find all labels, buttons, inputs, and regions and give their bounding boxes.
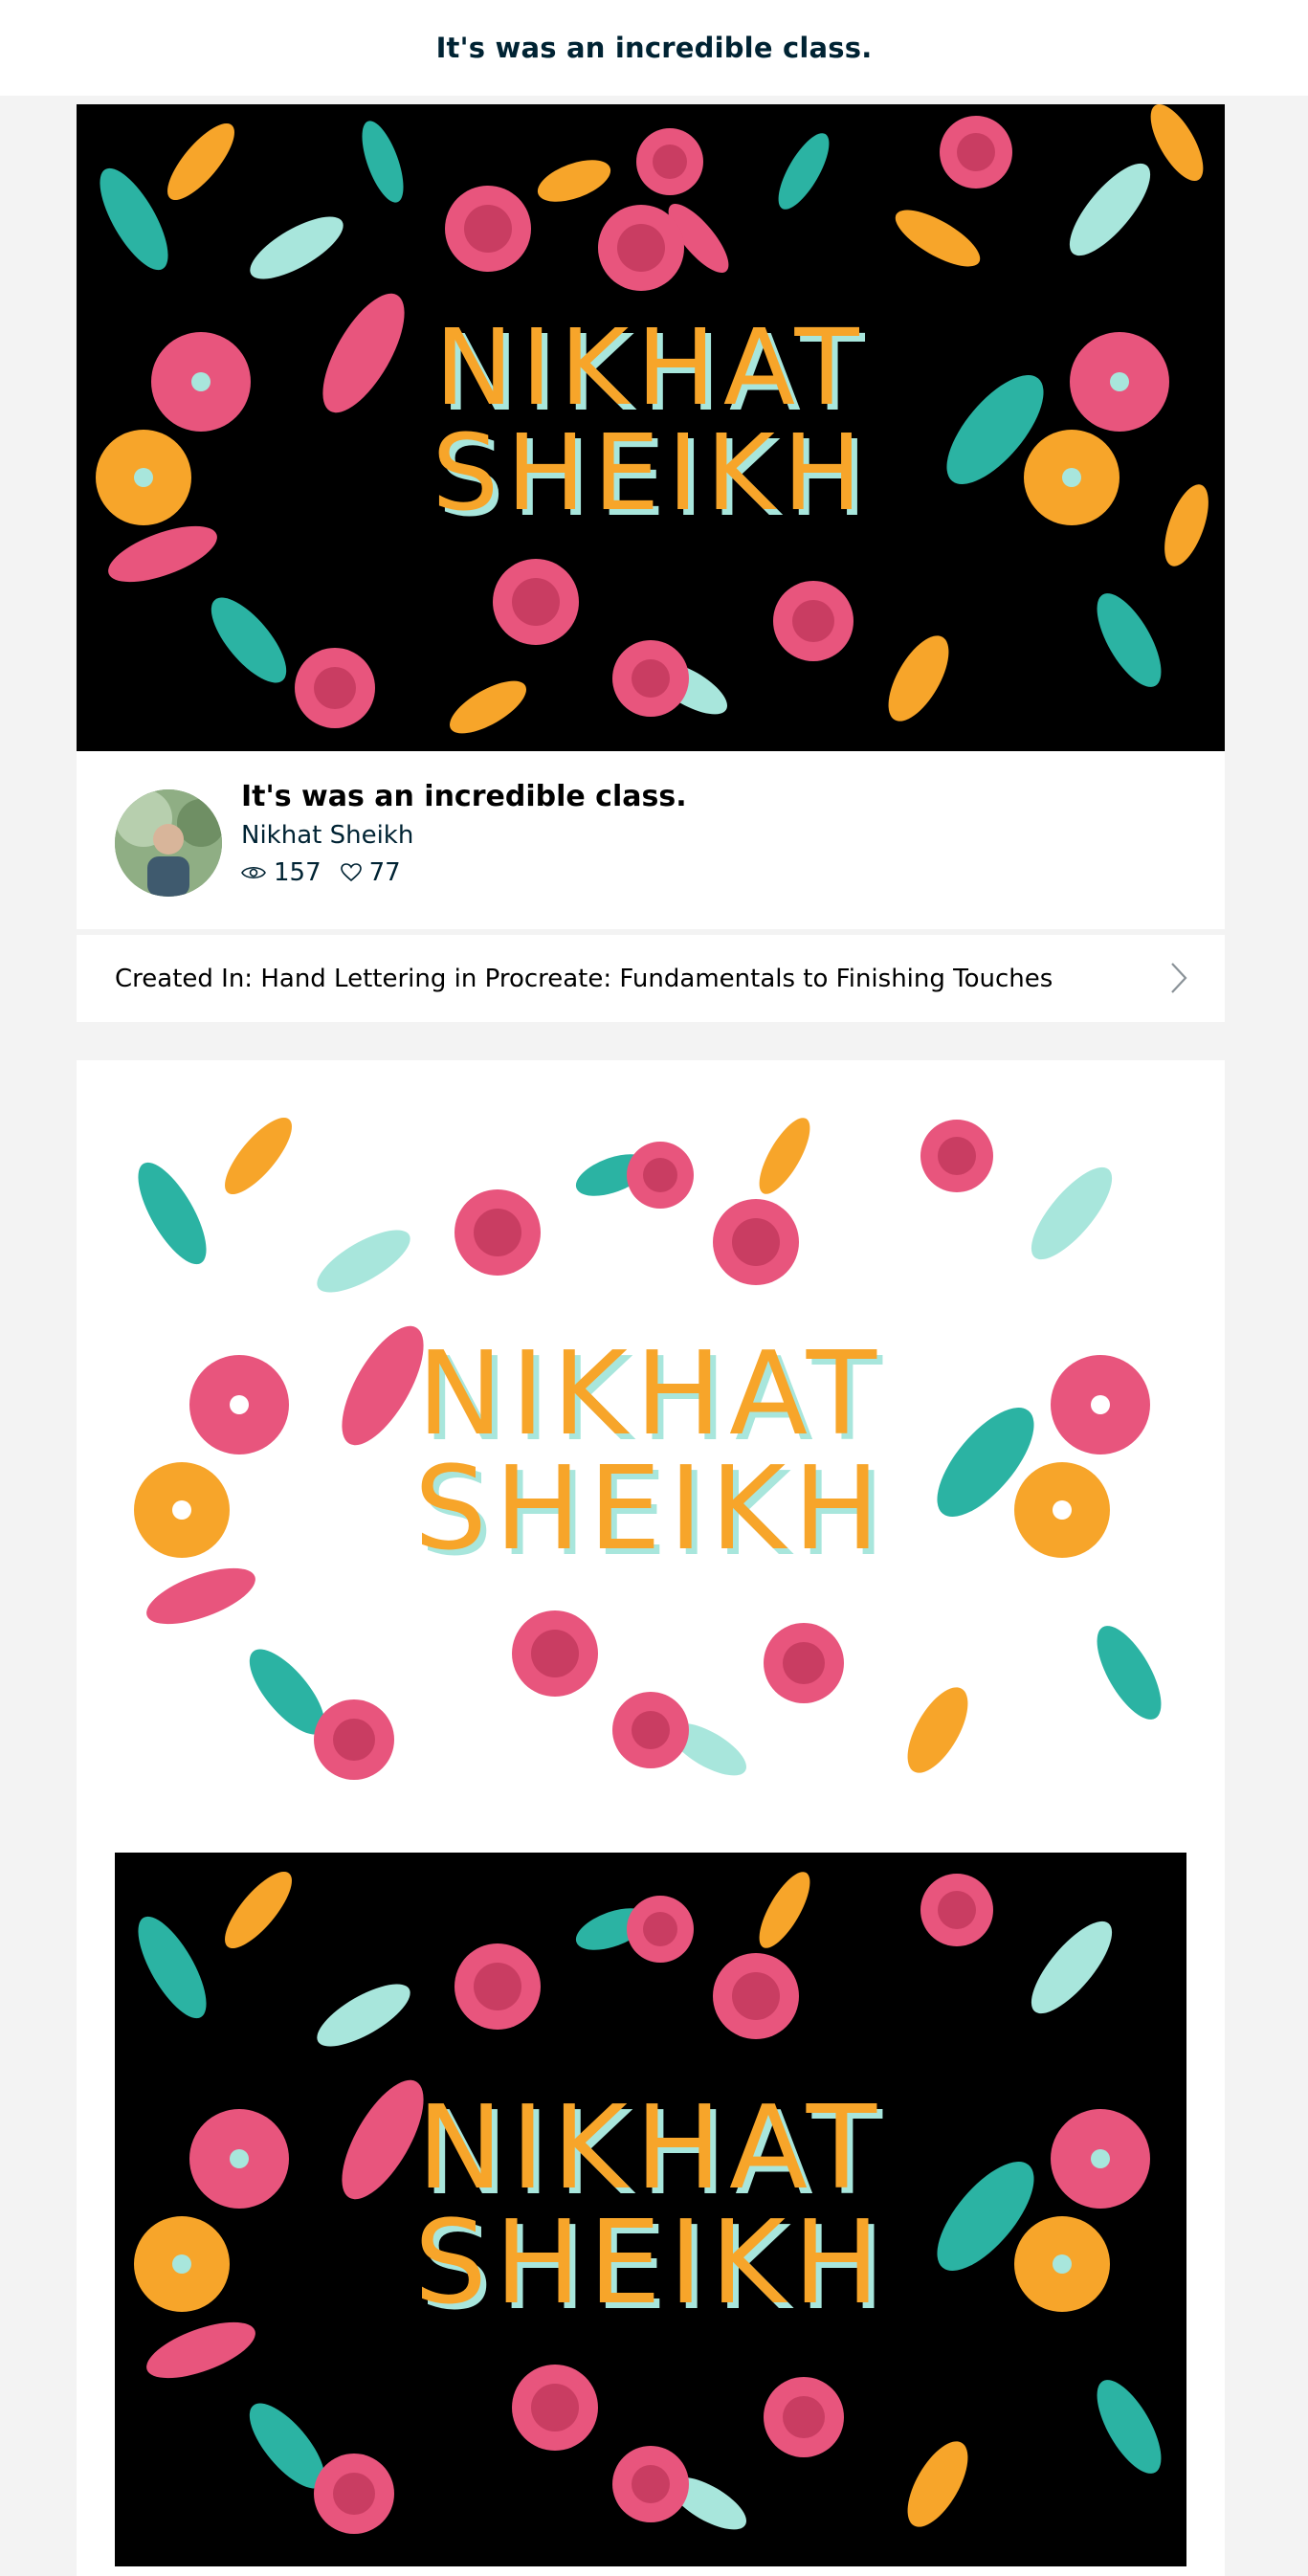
page-title: It's was an incredible class. [435,32,873,64]
gallery-image-dark[interactable]: NIKHAT SHEIKH [115,1853,1186,2566]
heart-icon [340,863,362,882]
avatar[interactable] [115,789,222,897]
artwork-line-2: SHEIKH [432,411,870,534]
artwork-line-1: NIKHAT [416,1328,885,1461]
author-link[interactable]: Nikhat Sheikh [241,821,413,850]
artwork-line-1: NIKHAT [416,2082,885,2215]
project-cover-image[interactable]: NIKHAT SHEIKH [77,104,1225,751]
project-title: It's was an incredible class. [241,780,687,813]
artwork-line-2: SHEIKH [413,2197,888,2330]
views-count: 157 [274,858,321,887]
artwork-line-2: SHEIKH [413,1443,888,1576]
eye-icon [241,866,266,879]
created-in-link[interactable]: Created In: Hand Lettering in Procreate:… [77,935,1225,1022]
page-header: It's was an incredible class. [0,0,1308,96]
artwork-lettering: NIKHAT SHEIKH [115,1338,1186,1567]
likes-stat[interactable]: 77 [340,858,401,887]
chevron-right-icon [1171,963,1187,993]
likes-count: 77 [368,858,401,887]
project-meta: It's was an incredible class. Nikhat She… [77,751,1225,929]
project-stats: 157 77 [241,858,420,887]
project-gallery: NIKHAT SHEIKH NIKHAT SHEIKH [77,1060,1225,2576]
artwork-lettering: NIKHAT SHEIKH [115,2092,1186,2321]
artwork-line-1: NIKHAT [434,306,867,429]
views-stat: 157 [241,858,321,887]
gallery-image-light[interactable]: NIKHAT SHEIKH [115,1099,1186,1812]
avatar-photo [115,789,222,897]
created-in-label: Created In: Hand Lettering in Procreate:… [115,964,1053,993]
artwork-lettering: NIKHAT SHEIKH [77,315,1225,525]
